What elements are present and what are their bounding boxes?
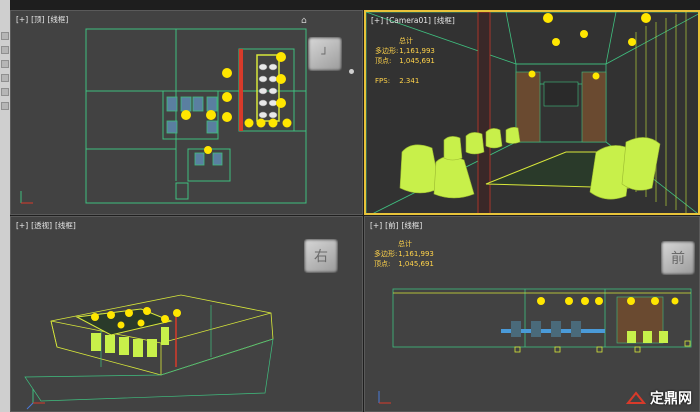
viewcube[interactable]: ┘ (308, 37, 342, 71)
stats-poly-value: 1,161,993 (399, 47, 435, 55)
toolbar-slot[interactable] (1, 32, 9, 40)
stats-fps-label: FPS: (375, 77, 391, 85)
front-view-wireframe (378, 288, 692, 404)
toolbar-slot[interactable] (1, 46, 9, 54)
watermark: 定鼎网 (626, 388, 692, 408)
viewcube[interactable]: 右 (304, 239, 338, 273)
viewport-shading-mode[interactable]: [线框] (434, 16, 455, 25)
viewport-perspective[interactable]: [+] [透视] [线框] 右 (10, 216, 363, 412)
stats-total-label: 总计 (399, 37, 413, 45)
stats-fps-value: 2.341 (399, 77, 420, 85)
toolbar-slot[interactable] (1, 102, 9, 110)
scene-stats: 总计 多边形: 1,161,993 顶点: 1,045,691 FPS: 2.3… (375, 36, 435, 86)
viewcube-ring-dot[interactable] (349, 69, 354, 74)
viewcube-face-label[interactable]: 前 (671, 248, 685, 268)
viewport-front[interactable]: [+] [前] [线框] 总计 多边形: 1,161,993 顶点: 1,045,6… (364, 216, 700, 412)
stats-vert-value: 1,045,691 (399, 57, 435, 65)
viewport-view-name[interactable]: [Camera01] (386, 16, 431, 25)
stats-poly-label: 多边形: (375, 47, 399, 55)
stats-vert-label: 顶点: (375, 57, 392, 65)
toolbar-slot[interactable] (1, 74, 9, 82)
viewport-top[interactable]: [+] [顶] [线框] ⌂ ┘ (10, 10, 363, 215)
toolbar-slot[interactable] (1, 60, 9, 68)
watermark-logo-icon (626, 391, 646, 404)
watermark-text: 定鼎网 (650, 391, 692, 407)
viewport-label[interactable]: [+] [Camera01] [线框] (371, 15, 458, 26)
viewport-menu-plus[interactable]: [+] (371, 16, 383, 25)
viewport-camera[interactable]: [+] [Camera01] [线框] 总计 多边形: 1,161,993 顶点: … (364, 10, 700, 215)
left-toolbar (0, 0, 10, 412)
home-icon[interactable]: ⌂ (301, 16, 307, 26)
viewcube[interactable]: 前 (661, 241, 695, 275)
viewcube-face-label[interactable]: 右 (314, 246, 328, 266)
toolbar-slot[interactable] (1, 88, 9, 96)
